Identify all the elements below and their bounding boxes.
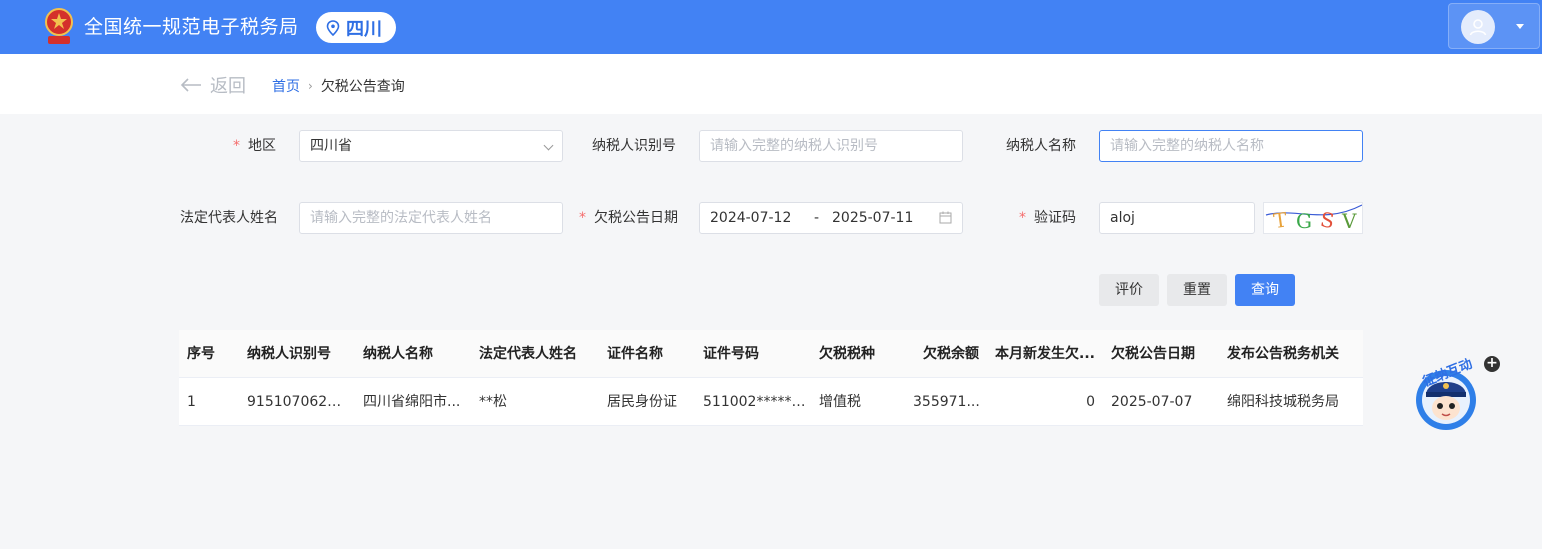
- col-index: 序号: [187, 346, 215, 362]
- breadcrumb-bar: 返回 首页 › 欠税公告查询: [0, 54, 1542, 114]
- col-tax-balance: 欠税余额: [923, 346, 979, 362]
- reset-button[interactable]: 重置: [1167, 274, 1227, 306]
- captcha-input[interactable]: aloj: [1099, 202, 1255, 234]
- col-legal-rep: 法定代表人姓名: [479, 346, 577, 362]
- region-label: * 地区: [233, 138, 276, 154]
- cell-id-type: 居民身份证: [607, 394, 677, 410]
- national-emblem-logo: [42, 6, 76, 48]
- cell-notice-date: 2025-07-07: [1111, 394, 1193, 410]
- breadcrumb-separator: ›: [308, 79, 313, 93]
- cell-new-arrears: 0: [1086, 394, 1095, 410]
- user-avatar-icon: [1461, 10, 1495, 44]
- tax-assistant-widget[interactable]: 征纳互动 +: [1408, 356, 1500, 432]
- back-label: 返回: [210, 76, 246, 97]
- taxpayer-id-input[interactable]: [699, 130, 963, 162]
- results-table: 序号 纳税人识别号 纳税人名称 法定代表人姓名 证件名称 证件号码 欠税税种 欠…: [179, 330, 1363, 426]
- cell-tax-type: 增值税: [819, 394, 861, 410]
- calendar-icon: [939, 211, 952, 224]
- region-name: 四川: [346, 18, 382, 40]
- cell-legal-rep: **松: [479, 394, 507, 410]
- svg-text:G: G: [1296, 209, 1312, 233]
- table-row[interactable]: 1 9151070620... 四川省绵阳市... **松 居民身份证 5110…: [179, 378, 1363, 426]
- breadcrumb: 首页 › 欠税公告查询: [272, 76, 405, 96]
- col-id-type: 证件名称: [607, 346, 663, 362]
- date-start[interactable]: 2024-07-12: [710, 210, 791, 226]
- cell-taxpayer-id: 9151070620...: [247, 394, 347, 410]
- region-select[interactable]: 四川省: [299, 130, 563, 162]
- cell-taxpayer-name: 四川省绵阳市...: [363, 394, 461, 410]
- top-header: 全国统一规范电子税务局 四川: [0, 0, 1542, 54]
- captcha-label: * 验证码: [1019, 210, 1076, 226]
- col-taxpayer-name: 纳税人名称: [363, 346, 433, 362]
- taxpayer-id-label: 纳税人识别号: [592, 138, 676, 154]
- col-taxpayer-id: 纳税人识别号: [247, 346, 331, 362]
- svg-text:T: T: [1272, 207, 1289, 233]
- col-notice-date: 欠税公告日期: [1111, 346, 1195, 362]
- date-end[interactable]: 2025-07-11: [832, 203, 913, 233]
- back-button[interactable]: 返回: [180, 72, 246, 98]
- notice-date-range-picker[interactable]: 2024-07-12 - 2025-07-11: [699, 202, 963, 234]
- table-header-row: 序号 纳税人识别号 纳税人名称 法定代表人姓名 证件名称 证件号码 欠税税种 欠…: [179, 330, 1363, 378]
- legal-rep-input[interactable]: [299, 202, 563, 234]
- arrow-left-icon: [180, 78, 201, 92]
- date-range-separator: -: [814, 210, 820, 226]
- evaluate-button[interactable]: 评价: [1099, 274, 1159, 306]
- query-button[interactable]: 查询: [1235, 274, 1295, 306]
- svg-text:S: S: [1319, 207, 1337, 233]
- cell-tax-balance: 355971...: [913, 394, 980, 410]
- caret-down-icon: [1516, 24, 1524, 29]
- region-switcher[interactable]: 四川: [316, 12, 396, 43]
- chevron-down-icon: [543, 140, 554, 151]
- plus-icon[interactable]: +: [1484, 356, 1500, 372]
- col-new-arrears: 本月新发生欠...: [995, 346, 1095, 362]
- site-title: 全国统一规范电子税务局: [84, 16, 299, 38]
- breadcrumb-home-link[interactable]: 首页: [272, 76, 300, 96]
- cell-tax-authority: 绵阳科技城税务局: [1227, 394, 1339, 410]
- cell-index: 1: [187, 394, 196, 410]
- user-menu[interactable]: [1448, 3, 1540, 49]
- region-select-value: 四川省: [310, 138, 352, 154]
- location-pin-icon: [326, 19, 340, 36]
- col-id-number: 证件号码: [703, 346, 759, 362]
- col-tax-type: 欠税税种: [819, 346, 875, 362]
- breadcrumb-current: 欠税公告查询: [320, 79, 405, 95]
- captcha-image[interactable]: T G S V: [1263, 202, 1363, 234]
- notice-date-label: * 欠税公告日期: [579, 210, 678, 226]
- legal-rep-label: 法定代表人姓名: [180, 210, 278, 226]
- taxpayer-name-input[interactable]: [1099, 130, 1363, 162]
- col-tax-authority: 发布公告税务机关: [1227, 346, 1339, 362]
- svg-text:V: V: [1341, 209, 1357, 233]
- cell-id-number: 511002******...: [703, 394, 809, 410]
- taxpayer-name-label: 纳税人名称: [1006, 138, 1076, 154]
